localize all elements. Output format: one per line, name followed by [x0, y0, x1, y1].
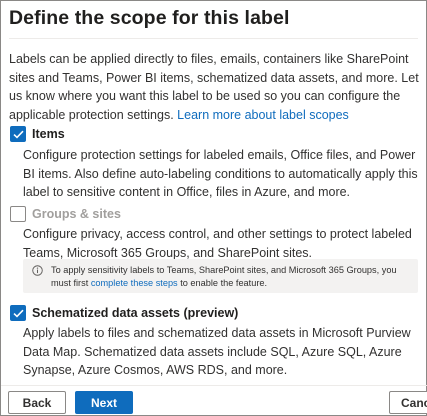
checkmark-icon: [12, 130, 24, 139]
items-description: Configure protection settings for labele…: [23, 148, 418, 200]
back-button[interactable]: Back: [8, 391, 66, 414]
info-text-after: to enable the feature.: [177, 277, 268, 288]
schematized-data-assets-checkbox[interactable]: [10, 305, 26, 321]
title-divider: [9, 38, 418, 39]
page-title: Define the scope for this label: [9, 7, 290, 29]
items-label: Items: [32, 127, 65, 141]
groups-sites-info-bar: To apply sensitivity labels to Teams, Sh…: [23, 259, 418, 293]
checkmark-icon: [12, 309, 24, 318]
groups-sites-description: Configure privacy, access control, and o…: [23, 227, 412, 260]
next-button[interactable]: Next: [75, 391, 133, 414]
groups-sites-label: Groups & sites: [32, 207, 121, 221]
schematized-data-assets-option[interactable]: Schematized data assets (preview): [10, 305, 238, 321]
label-scope-panel: Define the scope for this label Labels c…: [0, 0, 427, 416]
groups-sites-checkbox: [10, 206, 26, 222]
schematized-data-assets-label: Schematized data assets (preview): [32, 306, 239, 320]
info-icon: [32, 265, 43, 276]
groups-sites-option: Groups & sites: [10, 206, 121, 222]
schematized-data-assets-description: Apply labels to files and schematized da…: [23, 326, 411, 378]
learn-more-link[interactable]: Learn more about label scopes: [177, 108, 349, 122]
complete-these-steps-link[interactable]: complete these steps: [91, 278, 178, 288]
items-option[interactable]: Items: [10, 126, 65, 142]
footer-divider: [1, 385, 427, 386]
cancel-button[interactable]: Cancel: [389, 391, 427, 414]
intro-paragraph: Labels can be applied directly to files,…: [9, 50, 419, 124]
items-checkbox[interactable]: [10, 126, 26, 142]
